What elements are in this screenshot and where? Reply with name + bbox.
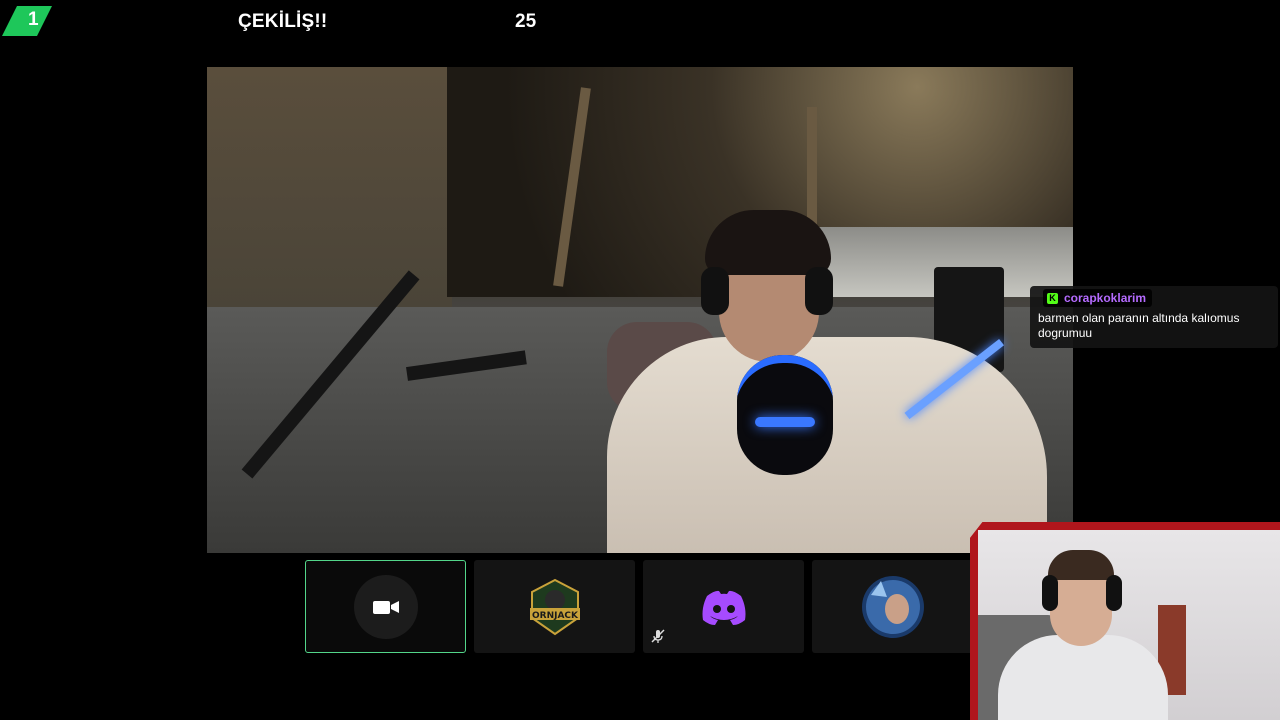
- rank-number: 1: [28, 9, 39, 30]
- chat-header: K corapkoklarim: [1043, 289, 1153, 307]
- rank-badge: [2, 6, 52, 36]
- mic-muted-icon: [651, 629, 665, 643]
- chat-username[interactable]: corapkoklarim: [1064, 291, 1146, 305]
- top-bar: 1 ÇEKİLİŞ!! 25: [0, 0, 1280, 44]
- giveaway-count: 25: [515, 11, 537, 32]
- participant-tile-camera[interactable]: [305, 560, 466, 653]
- discord-icon: [702, 590, 745, 625]
- video-camera-icon: [372, 600, 399, 614]
- participant-tile-ornjack[interactable]: ORNJACK: [474, 560, 635, 653]
- webcam-person-hair: [1048, 550, 1114, 580]
- microphone: [737, 355, 833, 475]
- participant-tile-discord[interactable]: [643, 560, 804, 653]
- streamer-hair: [705, 210, 831, 275]
- kick-icon: K: [1047, 292, 1058, 304]
- stream-title: ÇEKİLİŞ!!: [238, 11, 328, 32]
- ornjack-logo: ORNJACK: [529, 578, 580, 635]
- webcam-headphone-left: [1042, 575, 1058, 611]
- main-stream-video[interactable]: [207, 67, 1073, 553]
- chat-message: barmen olan paranın altında kalıomus dog…: [1038, 311, 1240, 340]
- headphone-left: [701, 267, 729, 315]
- webcam-headphone-right: [1106, 575, 1122, 611]
- avatar: [861, 575, 924, 638]
- mic-light-ring: [755, 417, 815, 427]
- webcam-person-body: [998, 635, 1168, 720]
- camera-placeholder: [353, 574, 418, 639]
- svg-text:ORNJACK: ORNJACK: [531, 611, 578, 621]
- participant-tile-avatar[interactable]: [812, 560, 973, 653]
- headphone-right: [805, 267, 833, 315]
- webcam-feed[interactable]: [978, 530, 1280, 720]
